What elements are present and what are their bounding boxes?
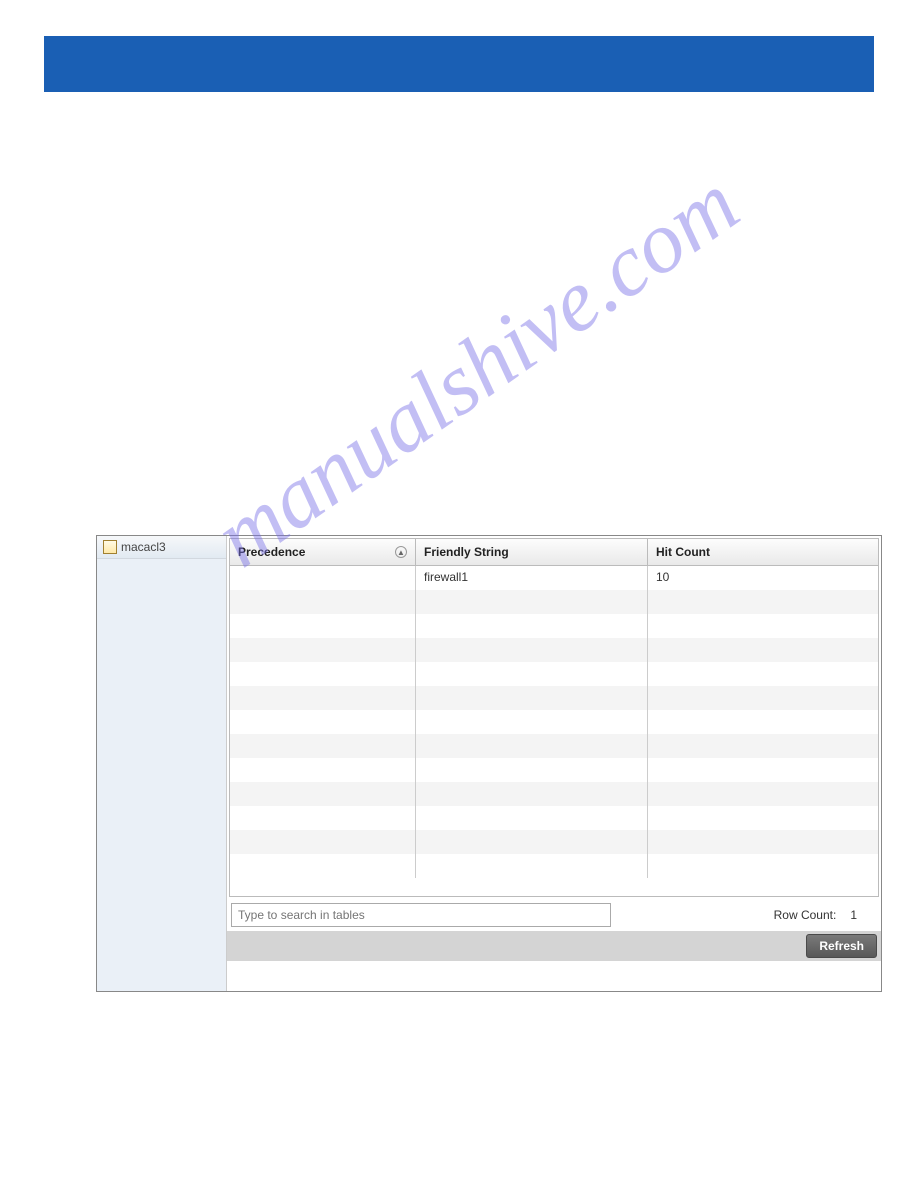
col-precedence[interactable]: Precedence ▲	[230, 539, 416, 565]
top-banner	[44, 36, 874, 92]
table-row	[230, 830, 878, 854]
table-row	[230, 614, 878, 638]
table-row	[230, 710, 878, 734]
cell-precedence	[230, 566, 416, 590]
col-friendly-label: Friendly String	[424, 545, 509, 559]
row-count-label: Row Count:	[774, 908, 837, 922]
table-row	[230, 662, 878, 686]
col-hit-label: Hit Count	[656, 545, 710, 559]
row-count-value: 1	[850, 908, 857, 922]
sidebar-item-label: macacl3	[121, 540, 166, 554]
app-frame: macacl3 Precedence ▲ Friendly String Hit…	[96, 535, 882, 992]
sidebar-item-macacl3[interactable]: macacl3	[97, 536, 226, 559]
sort-asc-icon: ▲	[395, 546, 407, 558]
grid-header: Precedence ▲ Friendly String Hit Count	[230, 539, 878, 566]
table-row	[230, 638, 878, 662]
table-row	[230, 758, 878, 782]
footer-bar: Refresh	[227, 931, 881, 961]
table-row	[230, 686, 878, 710]
data-grid: Precedence ▲ Friendly String Hit Count f…	[229, 538, 879, 897]
table-row	[230, 854, 878, 878]
search-row: Row Count: 1	[227, 899, 881, 931]
table-row	[230, 734, 878, 758]
sidebar: macacl3	[97, 536, 227, 991]
cell-friendly: firewall1	[416, 566, 648, 590]
search-input[interactable]	[231, 903, 611, 927]
watermark-text: manualshive.com	[197, 153, 757, 588]
table-row	[230, 806, 878, 830]
col-hit-count[interactable]: Hit Count	[648, 539, 878, 565]
col-precedence-label: Precedence	[238, 545, 305, 559]
col-friendly-string[interactable]: Friendly String	[416, 539, 648, 565]
main-area: Precedence ▲ Friendly String Hit Count f…	[227, 536, 881, 991]
table-row	[230, 782, 878, 806]
cell-hit: 10	[648, 566, 878, 590]
table-row	[230, 590, 878, 614]
acl-icon	[103, 540, 117, 554]
table-row[interactable]: firewall1 10	[230, 566, 878, 590]
grid-rows: firewall1 10	[230, 566, 878, 896]
sidebar-fill	[97, 559, 226, 991]
refresh-button[interactable]: Refresh	[806, 934, 877, 958]
